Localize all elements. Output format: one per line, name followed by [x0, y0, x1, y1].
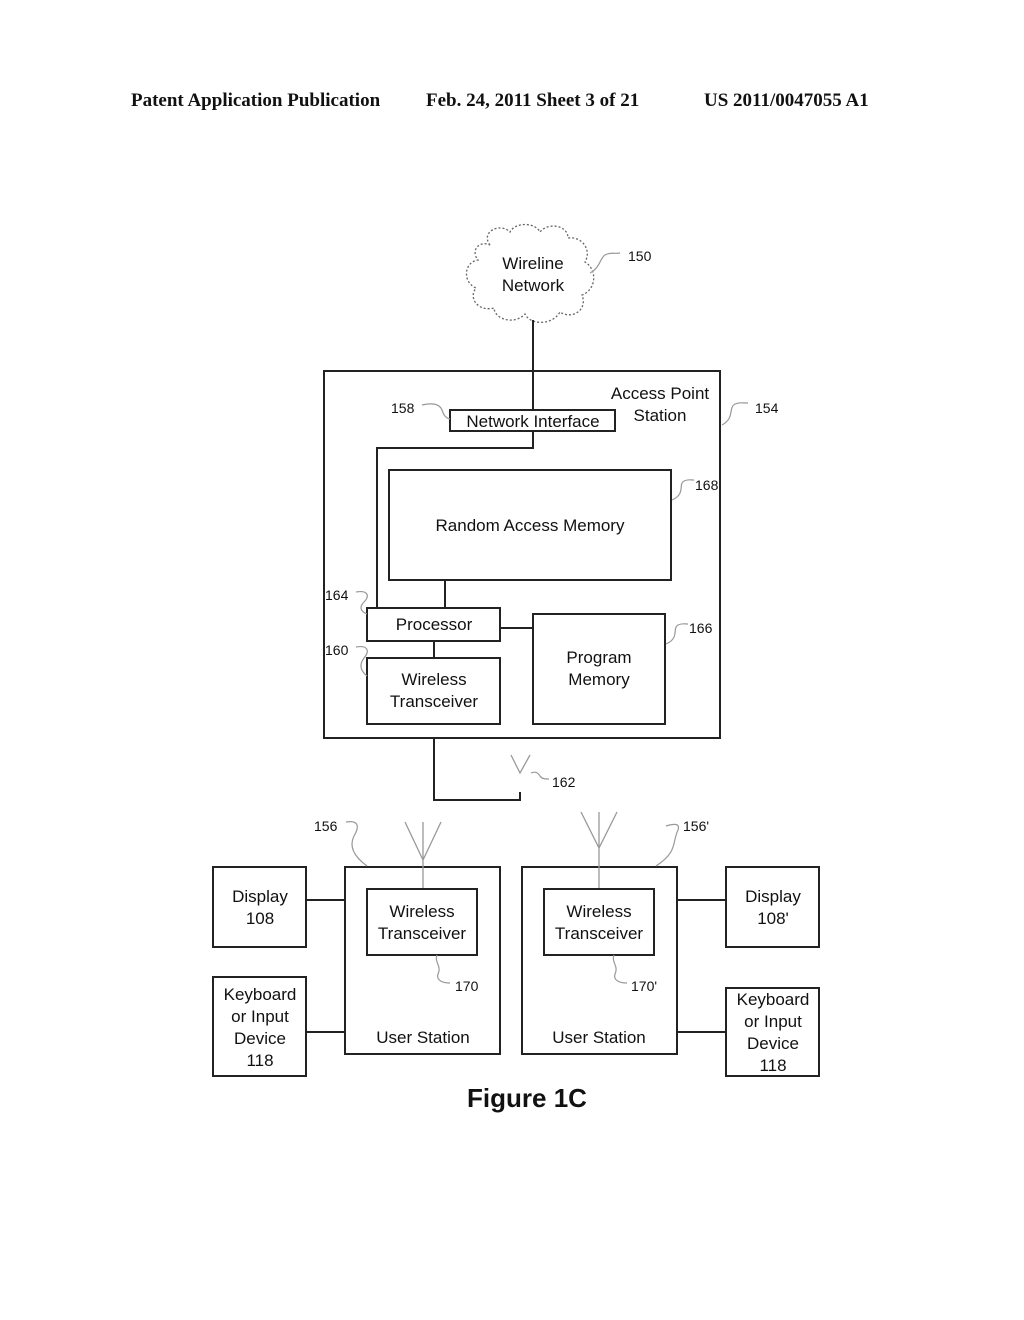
- ref-166-leader: [665, 623, 689, 645]
- ref-170-prime-leader: [612, 954, 628, 984]
- keyboard-left-line1: Keyboard: [224, 985, 297, 1004]
- ap-antenna: 162: [433, 738, 576, 801]
- program-memory: Program Memory 166: [532, 613, 713, 725]
- display-108-prime-box: [725, 866, 820, 948]
- ref-162: 162: [552, 774, 576, 790]
- ref-164: 164: [325, 587, 349, 603]
- network-interface: Network Interface 158: [391, 400, 616, 432]
- ref-156-leader: [345, 821, 368, 867]
- ref-170-leader: [435, 954, 451, 984]
- display-108-box: [212, 866, 307, 948]
- program-memory-label-line1: Program: [566, 648, 631, 667]
- keyboard-left-line4: 118: [246, 1051, 273, 1070]
- display-108-line1: Display: [232, 887, 288, 906]
- user-station-left-antenna-icon: [404, 821, 442, 889]
- cloud-outline: [465, 223, 595, 324]
- figure-caption: Figure 1C: [467, 1083, 587, 1113]
- cloud-label-line1: Wireline: [502, 254, 563, 273]
- ref-156: 156: [314, 818, 338, 834]
- ref-160: 160: [325, 642, 349, 658]
- user-station-right-transceiver-line1: Wireless: [566, 902, 631, 921]
- user-station-right: User Station 156' Wireless Transceiver 1…: [521, 811, 820, 1077]
- wireline-network-cloud: Wireline Network 150: [465, 223, 652, 324]
- ref-154-leader: [721, 402, 749, 426]
- ref-170: 170: [455, 978, 479, 994]
- ref-168: 168: [695, 477, 719, 493]
- ref-166: 166: [689, 620, 713, 636]
- ap-transceiver-label-line1: Wireless: [401, 670, 466, 689]
- keyboard-right-line3: Device: [747, 1034, 799, 1053]
- ref-168-leader: [671, 479, 695, 501]
- ref-156-prime: 156': [683, 818, 709, 834]
- ref-150: 150: [628, 248, 652, 264]
- display-108-prime-line2: 108': [757, 909, 789, 928]
- access-point-label-line1: Access Point: [611, 384, 710, 403]
- figure-1c-diagram: Wireline Network 150 Access Point Statio…: [212, 223, 820, 1113]
- user-station-right-transceiver-box: [543, 888, 655, 956]
- ap-wireless-transceiver: Wireless Transceiver 160: [325, 642, 501, 725]
- ap-transceiver-label-line2: Transceiver: [390, 692, 479, 711]
- display-108-line2: 108: [246, 909, 274, 928]
- network-interface-label: Network Interface: [466, 412, 599, 431]
- ap-antenna-icon: [510, 754, 531, 775]
- program-memory-box: [532, 613, 666, 725]
- ref-170-prime: 170': [631, 978, 657, 994]
- user-station-right-antenna-icon: [580, 811, 618, 889]
- display-108-prime-line1: Display: [745, 887, 801, 906]
- user-station-left-transceiver-line1: Wireless: [389, 902, 454, 921]
- user-station-right-transceiver-line2: Transceiver: [555, 924, 644, 943]
- keyboard-left-line3: Device: [234, 1029, 286, 1048]
- keyboard-right-line2: or Input: [744, 1012, 802, 1031]
- user-station-left: User Station 156 Wireless Transceiver 17…: [212, 818, 501, 1077]
- user-station-left-label: User Station: [376, 1028, 470, 1047]
- program-memory-label-line2: Memory: [568, 670, 630, 689]
- ap-antenna-feed: [433, 738, 521, 801]
- processor: Processor 164: [325, 587, 501, 642]
- ram-label: Random Access Memory: [436, 516, 625, 535]
- processor-label: Processor: [396, 615, 473, 634]
- ref-158: 158: [391, 400, 415, 416]
- cloud-label-line2: Network: [502, 276, 565, 295]
- ref-154: 154: [755, 400, 779, 416]
- ref-150-leader: [589, 252, 621, 274]
- user-station-left-transceiver-line2: Transceiver: [378, 924, 467, 943]
- ap-transceiver-box: [366, 657, 501, 725]
- user-station-left-transceiver-box: [366, 888, 478, 956]
- keyboard-right-line4: 118: [759, 1056, 786, 1075]
- ref-158-leader: [421, 403, 451, 420]
- user-station-right-label: User Station: [552, 1028, 646, 1047]
- keyboard-right-line1: Keyboard: [737, 990, 810, 1009]
- ref-164-leader: [355, 591, 368, 615]
- access-point-label-line2: Station: [634, 406, 687, 425]
- ref-160-leader: [355, 646, 368, 677]
- keyboard-left-line2: or Input: [231, 1007, 289, 1026]
- ref-156-prime-leader: [655, 823, 680, 867]
- random-access-memory: Random Access Memory 168: [388, 469, 719, 581]
- ref-162-leader: [530, 771, 550, 780]
